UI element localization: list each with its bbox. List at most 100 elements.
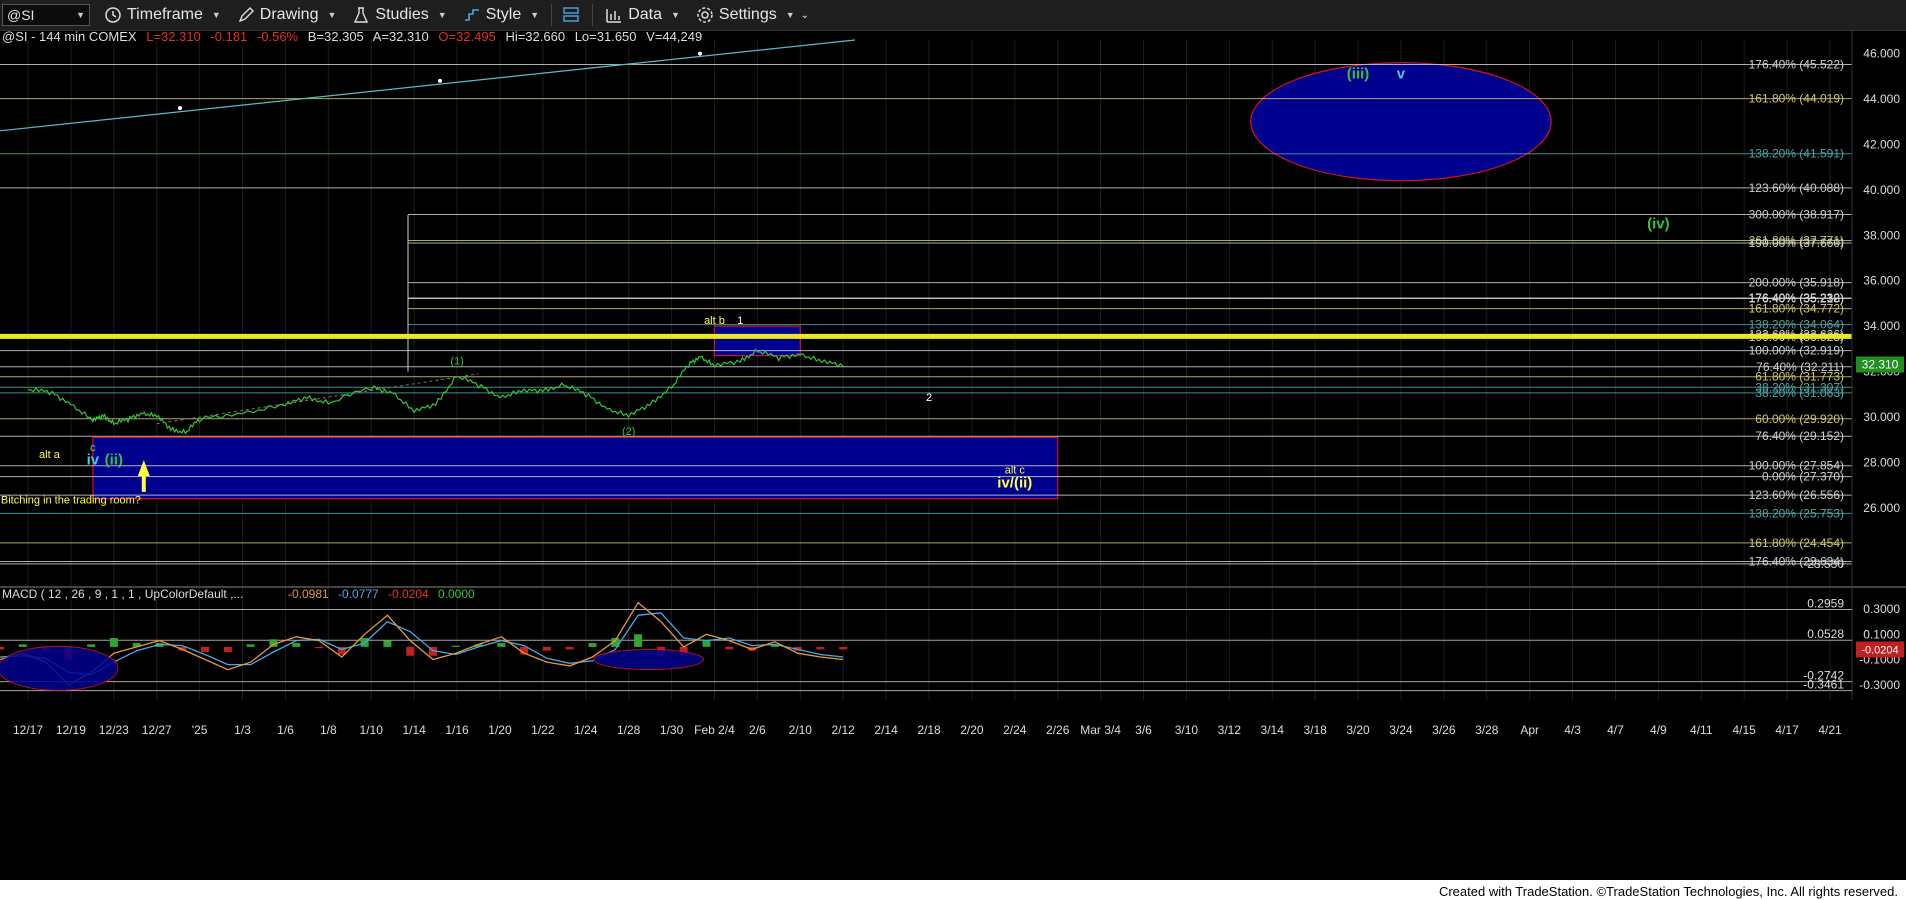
timeframe-menu[interactable]: Timeframe ▼ bbox=[104, 6, 221, 24]
layout-button[interactable] bbox=[562, 6, 580, 24]
last-price: L=32.310 bbox=[146, 30, 201, 44]
wave-label: iv/(ii) bbox=[997, 474, 1032, 491]
wave-label: alt b bbox=[704, 315, 725, 327]
pencil-icon bbox=[238, 7, 254, 23]
time-tick-label: 1/16 bbox=[445, 723, 469, 737]
time-tick-label: 12/17 bbox=[13, 723, 43, 737]
settings-label: Settings bbox=[718, 6, 777, 23]
symbol-info: @SI - 144 min COMEX bbox=[2, 30, 137, 44]
fib-level-label: 76.40% (29.152) bbox=[1755, 429, 1844, 443]
price-change-pct: -0.56% bbox=[257, 30, 299, 44]
price-series bbox=[27, 348, 844, 435]
style-menu[interactable]: Style ▼ bbox=[463, 6, 540, 24]
macd-histogram-bar bbox=[383, 640, 392, 647]
wave-label: iv bbox=[87, 452, 100, 469]
symbol-value: @SI bbox=[7, 7, 35, 23]
fib-level-label: 161.80% (44.019) bbox=[1749, 92, 1844, 106]
symbol-selector[interactable]: @SI ▼ bbox=[2, 4, 90, 26]
time-tick-label: 2/26 bbox=[1046, 723, 1070, 737]
toolbar-divider bbox=[592, 4, 594, 26]
price-tick-label: 34.000 bbox=[1863, 319, 1900, 333]
time-tick-label: 4/11 bbox=[1690, 723, 1713, 737]
fib-level-label: 200.00% (35.918) bbox=[1749, 276, 1844, 290]
price-tick-label: 42.000 bbox=[1863, 137, 1900, 151]
time-tick-label: 1/14 bbox=[402, 723, 426, 737]
time-tick-label: 2/10 bbox=[789, 723, 813, 737]
chevron-down-icon: ▼ bbox=[211, 10, 221, 20]
macd-line bbox=[0, 601, 844, 686]
time-tick-label: 2/20 bbox=[960, 723, 984, 737]
wave-label: 1 bbox=[737, 315, 743, 327]
style-label: Style bbox=[485, 6, 522, 23]
wave-label: (1) bbox=[450, 356, 463, 368]
macd-title: MACD ( 12 , 26 , 9 , 1 , 1 , UpColorDefa… bbox=[2, 587, 243, 601]
chevron-down-icon: ▼ bbox=[670, 10, 680, 20]
time-tick-label: 3/26 bbox=[1432, 723, 1456, 737]
macd-histogram-bar bbox=[223, 646, 232, 652]
price-tick-label: 36.000 bbox=[1863, 274, 1900, 288]
wave-label: (iv) bbox=[1647, 215, 1670, 232]
studies-menu[interactable]: Studies ▼ bbox=[352, 6, 447, 24]
macd-histogram-bar bbox=[315, 646, 324, 649]
macd-value: -0.0981 bbox=[288, 587, 329, 601]
fib-level-label: 138.20% (25.753) bbox=[1749, 506, 1844, 520]
price-axis: 46.000 44.000 42.000 40.000 38.000 36.000 34.0… bbox=[1851, 30, 1904, 700]
time-tick-label: 3/14 bbox=[1261, 723, 1285, 737]
macd-histogram-bar bbox=[87, 644, 96, 647]
price-chart[interactable]: 176.40% (45.522)161.80% (44.019)138.20% … bbox=[0, 30, 1906, 880]
price-line bbox=[27, 348, 844, 435]
price-tick-label: 28.000 bbox=[1863, 455, 1900, 469]
fib-level-label: 23.530 bbox=[1807, 557, 1844, 571]
macd-histogram-bar bbox=[18, 644, 27, 647]
time-tick-label: 4/15 bbox=[1733, 723, 1757, 737]
time-tick-label: 12/23 bbox=[99, 723, 129, 737]
timeframe-label: Timeframe bbox=[127, 6, 203, 23]
time-tick-label: Apr bbox=[1520, 723, 1539, 737]
fib-level-label: 100.00% (32.919) bbox=[1749, 344, 1844, 358]
time-tick-label: 1/24 bbox=[574, 723, 598, 737]
drawing-menu[interactable]: Drawing ▼ bbox=[237, 6, 336, 24]
macd-last-label: -0.0204 bbox=[1861, 644, 1898, 656]
chart-header: @SI - 144 min COMEX L=32.310 -0.181 -0.5… bbox=[2, 30, 702, 44]
data-menu[interactable]: Data ▼ bbox=[605, 6, 680, 24]
time-tick-label: 3/18 bbox=[1303, 723, 1327, 737]
macd-tick-label: -0.3000 bbox=[1859, 678, 1900, 692]
ask-price: A=32.310 bbox=[373, 30, 429, 44]
macd-signal-line bbox=[0, 612, 844, 676]
high-price: Hi=32.660 bbox=[505, 30, 565, 44]
macd-histogram-bar bbox=[565, 646, 574, 650]
gear-icon bbox=[697, 7, 713, 23]
time-tick-label: 1/22 bbox=[531, 723, 555, 737]
price-tick-label: 38.000 bbox=[1863, 228, 1900, 242]
channel-line bbox=[156, 373, 479, 425]
macd-histogram-bar bbox=[109, 638, 118, 647]
low-price: Lo=31.650 bbox=[575, 30, 637, 44]
time-tick-label: 3/28 bbox=[1475, 723, 1499, 737]
time-tick-label: 12/19 bbox=[56, 723, 86, 737]
time-tick-label: 4/9 bbox=[1650, 723, 1667, 737]
time-tick-label: 3/20 bbox=[1346, 723, 1370, 737]
macd-histogram-bar bbox=[634, 634, 643, 647]
copyright-footer: Created with TradeStation. ©TradeStation… bbox=[1438, 884, 1898, 899]
price-tick-label: 40.000 bbox=[1863, 183, 1900, 197]
drawing-label: Drawing bbox=[259, 6, 319, 23]
macd-ref-label: -0.3461 bbox=[1803, 678, 1844, 692]
macd-ref-label: 0.0528 bbox=[1807, 627, 1844, 641]
time-tick-label: 4/17 bbox=[1775, 723, 1799, 737]
macd-tick-label: 0.3000 bbox=[1863, 602, 1900, 616]
macd-value: 0.0000 bbox=[438, 587, 475, 601]
layout-icon bbox=[563, 7, 579, 22]
wave-label: (2) bbox=[622, 426, 635, 438]
wave-label: v bbox=[1397, 66, 1406, 83]
settings-menu[interactable]: Settings ▼ bbox=[696, 6, 795, 24]
time-tick-label: 1/6 bbox=[277, 723, 294, 737]
time-tick-label: 2/18 bbox=[917, 723, 941, 737]
macd-zone-ellipse bbox=[0, 645, 119, 691]
last-price-label: 32.310 bbox=[1862, 358, 1899, 372]
toolbar-more[interactable]: ⌄ bbox=[801, 10, 809, 21]
time-tick-label: 4/7 bbox=[1607, 723, 1624, 737]
chevron-down-icon: ▼ bbox=[530, 10, 540, 20]
macd-histogram-bar bbox=[497, 643, 506, 647]
time-tick-label: 3/24 bbox=[1389, 723, 1413, 737]
fib-level-label: 190.00% (37.660) bbox=[1749, 236, 1844, 250]
